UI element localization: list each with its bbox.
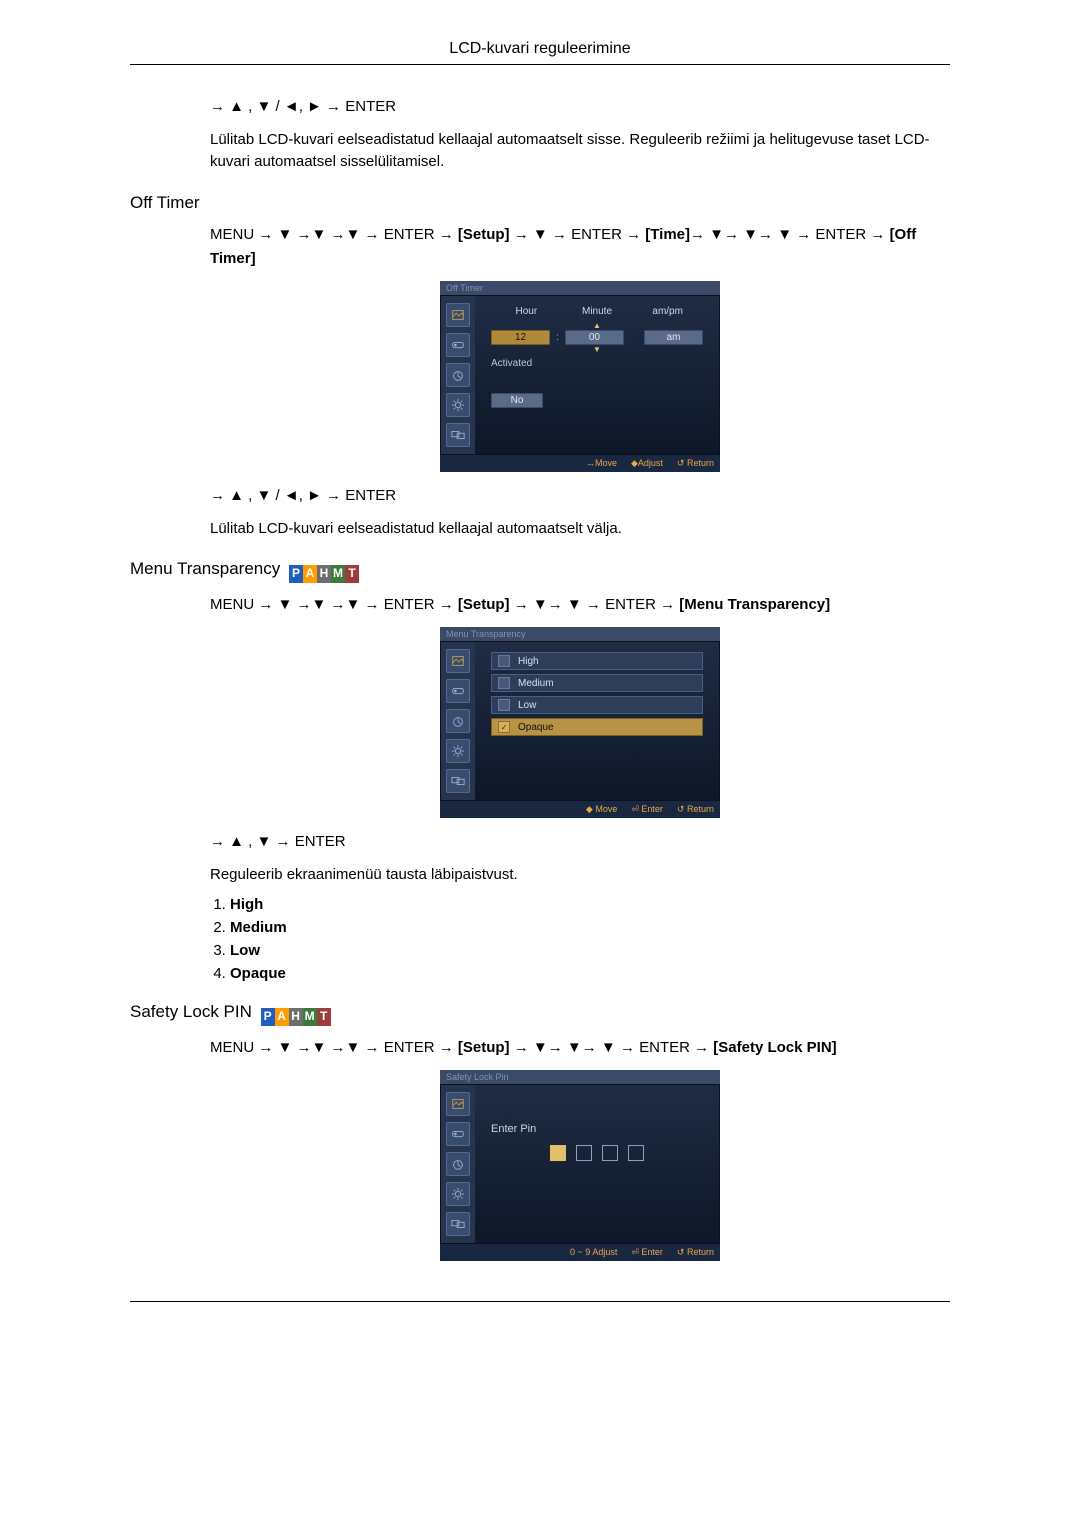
badge-a: A — [303, 565, 317, 583]
section-title-safety-lock: Safety Lock PIN PAHMT — [130, 1002, 950, 1026]
osd-tab-multi-icon[interactable] — [446, 423, 470, 447]
list-item: Medium — [230, 919, 950, 936]
nav-fragment: MENU → ▼ →▼ →▼ → ENTER → — [210, 226, 458, 243]
badge-a: A — [275, 1008, 289, 1026]
osd-tab-picture-icon[interactable] — [446, 303, 470, 327]
osd-safety-lock: Safety Lock Pin Enter Pin — [440, 1070, 720, 1261]
page-header: LCD-kuvari reguleerimine — [130, 40, 950, 64]
nav-token-time: [Time] — [645, 226, 690, 243]
paragraph: Lülitab LCD-kuvari eelseadistatud kellaa… — [210, 518, 950, 540]
osd-footer: 0 ~ 9 Adjust ⏎ Enter ↺ Return — [440, 1244, 720, 1261]
osd-foot-return: ↺ Return — [677, 804, 714, 815]
nav-token-safety-lock: [Safety Lock PIN] — [713, 1039, 836, 1056]
nav-fragment: → ▼→ ▼→ ▼ → ENTER → — [510, 1039, 714, 1056]
pin-digit-4[interactable] — [628, 1145, 644, 1161]
nav-path-menu-transparency: MENU → ▼ →▼ →▼ → ENTER → [Setup] → ▼→ ▼ … — [210, 593, 950, 617]
pin-digit-1[interactable] — [550, 1145, 566, 1161]
osd-col-minute: Minute — [562, 306, 633, 317]
badge-t: T — [345, 565, 359, 583]
nav-fragment: → ▼ → ENTER → — [510, 226, 646, 243]
osd-hour-value[interactable]: 12 — [491, 330, 550, 345]
nav-fragment: MENU → ▼ →▼ →▼ → ENTER → — [210, 1039, 458, 1056]
osd-foot-enter: ⏎ Enter — [631, 804, 663, 815]
nav-token-menu-transparency: [Menu Transparency] — [679, 596, 830, 613]
pin-digit-3[interactable] — [602, 1145, 618, 1161]
badge-h: H — [289, 1008, 303, 1026]
pin-digit-2[interactable] — [576, 1145, 592, 1161]
osd-sidebar — [441, 642, 475, 800]
osd-option-opaque[interactable]: Opaque — [491, 718, 703, 736]
nav-instruction: → ▲ , ▼ / ◄, ► → ENTER — [210, 484, 950, 508]
badge-m: M — [331, 565, 345, 583]
osd-foot-move: ↔Move — [586, 458, 617, 469]
nav-token-setup: [Setup] — [458, 1039, 510, 1056]
osd-tab-setup-icon[interactable] — [446, 393, 470, 417]
osd-tab-multi-icon[interactable] — [446, 769, 470, 793]
nav-token-setup: [Setup] — [458, 226, 510, 243]
mode-badges: PAHMT — [261, 1008, 331, 1026]
nav-fragment: → ▼→ ▼ → ENTER → — [510, 596, 680, 613]
divider — [130, 64, 950, 65]
osd-foot-return: ↺ Return — [677, 458, 714, 469]
osd-tab-sound-icon[interactable] — [446, 1122, 470, 1146]
badge-p: P — [261, 1008, 275, 1026]
osd-foot-adjust: 0 ~ 9 Adjust — [570, 1247, 617, 1258]
badge-t: T — [317, 1008, 331, 1026]
osd-col-hour: Hour — [491, 306, 562, 317]
badge-h: H — [317, 565, 331, 583]
osd-tab-sound-icon[interactable] — [446, 333, 470, 357]
options-list: High Medium Low Opaque — [230, 896, 950, 982]
osd-foot-return: ↺ Return — [677, 1247, 714, 1258]
osd-foot-adjust: ◆Adjust — [631, 458, 663, 469]
osd-menu-transparency: Menu Transparency High Medium Low Opaque — [440, 627, 720, 818]
nav-token-setup: [Setup] — [458, 596, 510, 613]
osd-activated-label: Activated — [491, 358, 703, 369]
nav-path-safety-lock: MENU → ▼ →▼ →▼ → ENTER → [Setup] → ▼→ ▼→… — [210, 1036, 950, 1060]
osd-tab-picture-icon[interactable] — [446, 1092, 470, 1116]
osd-tab-setup-icon[interactable] — [446, 1182, 470, 1206]
section-title-off-timer: Off Timer — [130, 193, 950, 213]
osd-col-ampm: am/pm — [632, 306, 703, 317]
nav-fragment: → ▼→ ▼→ ▼ → ENTER → — [690, 226, 890, 243]
osd-title: Menu Transparency — [440, 627, 720, 641]
nav-instruction: → ▲ , ▼ → ENTER — [210, 830, 950, 854]
nav-path-off-timer: MENU → ▼ →▼ →▼ → ENTER → [Setup] → ▼ → E… — [210, 223, 950, 271]
osd-enter-pin-label: Enter Pin — [491, 1123, 703, 1135]
paragraph: Lülitab LCD-kuvari eelseadistatud kellaa… — [210, 129, 950, 173]
osd-tab-timer-icon[interactable] — [446, 363, 470, 387]
list-item: Opaque — [230, 965, 950, 982]
badge-p: P — [289, 565, 303, 583]
osd-tab-sound-icon[interactable] — [446, 679, 470, 703]
osd-footer: ◆ Move ⏎ Enter ↺ Return — [440, 801, 720, 818]
osd-tab-timer-icon[interactable] — [446, 1152, 470, 1176]
osd-tab-setup-icon[interactable] — [446, 739, 470, 763]
badge-m: M — [303, 1008, 317, 1026]
osd-title: Safety Lock Pin — [440, 1070, 720, 1084]
osd-footer: ↔Move ◆Adjust ↺ Return — [440, 455, 720, 472]
osd-tab-multi-icon[interactable] — [446, 1212, 470, 1236]
osd-tab-picture-icon[interactable] — [446, 649, 470, 673]
osd-title: Off Timer — [440, 281, 720, 295]
osd-activated-value[interactable]: No — [491, 393, 543, 408]
list-item: High — [230, 896, 950, 913]
osd-sidebar — [441, 1085, 475, 1243]
nav-fragment: MENU → ▼ →▼ →▼ → ENTER → — [210, 596, 458, 613]
osd-tab-timer-icon[interactable] — [446, 709, 470, 733]
osd-off-timer: Off Timer Hour Minute am/pm ▲ — [440, 281, 720, 472]
list-item: Low — [230, 942, 950, 959]
osd-minute-value[interactable]: 00 — [565, 330, 624, 345]
paragraph: Reguleerib ekraanimenüü tausta läbipaist… — [210, 864, 950, 886]
osd-sidebar — [441, 296, 475, 454]
osd-foot-enter: ⏎ Enter — [631, 1247, 663, 1258]
divider — [130, 1301, 950, 1302]
osd-option-low[interactable]: Low — [491, 696, 703, 714]
osd-pin-row — [491, 1145, 703, 1161]
osd-option-medium[interactable]: Medium — [491, 674, 703, 692]
osd-option-high[interactable]: High — [491, 652, 703, 670]
osd-ampm-value[interactable]: am — [644, 330, 703, 345]
osd-foot-move: ◆ Move — [586, 804, 617, 815]
section-title-menu-transparency: Menu Transparency PAHMT — [130, 559, 950, 583]
mode-badges: PAHMT — [289, 565, 359, 583]
nav-instruction: → ▲ , ▼ / ◄, ► → ENTER — [210, 95, 950, 119]
